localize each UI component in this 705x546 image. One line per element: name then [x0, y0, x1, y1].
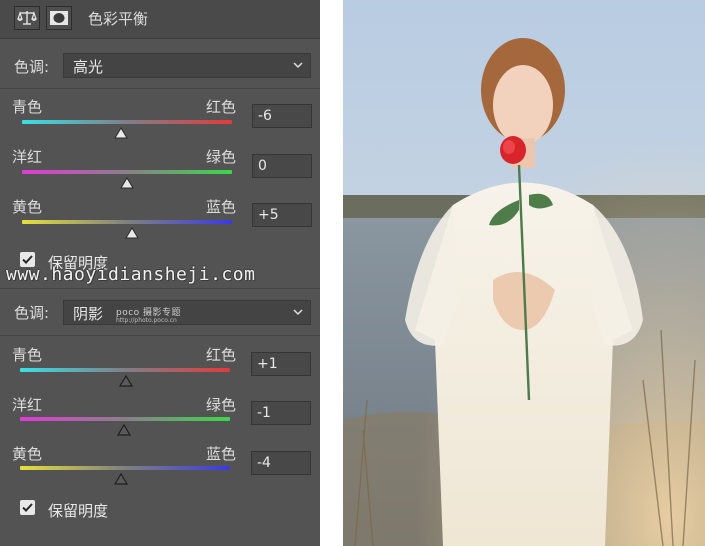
tone-select-value: 高光: [73, 58, 104, 76]
slider-right-label: 绿色: [206, 396, 237, 414]
mask-icon[interactable]: [46, 6, 72, 30]
magenta-green-value-input[interactable]: 0: [252, 154, 312, 178]
slider-right-label: 红色: [206, 346, 237, 364]
preserve-luminosity-checkbox[interactable]: [20, 500, 35, 515]
slider-left-label: 黄色: [12, 198, 43, 216]
cyan-red-slider-thumb[interactable]: [113, 124, 128, 139]
panel-title: 色彩平衡: [88, 10, 149, 28]
chevron-down-icon: [292, 58, 304, 76]
cyan-red-value-input[interactable]: +1: [251, 352, 311, 376]
yellow-blue-value-input[interactable]: +5: [252, 203, 312, 227]
tone-select-value: 阴影: [73, 305, 104, 323]
tone-select-shadows[interactable]: 阴影 poco 摄影专题 http://photo.poco.cn: [63, 300, 311, 325]
slider-left-label: 青色: [12, 346, 43, 364]
slider-left-label: 黄色: [12, 445, 43, 463]
magenta-green-slider-thumb[interactable]: [120, 174, 134, 189]
yellow-blue-slider-thumb[interactable]: [125, 224, 140, 239]
cyan-red-slider-thumb[interactable]: [118, 372, 134, 387]
slider-left-label: 青色: [12, 98, 43, 116]
cyan-red-value-input[interactable]: -6: [252, 104, 312, 128]
site-watermark: www.haoyidiansheji.com: [6, 264, 256, 285]
slider-right-label: 红色: [206, 98, 237, 116]
chevron-down-icon: [292, 305, 304, 323]
poco-watermark: poco 摄影专题 http://photo.poco.cn: [116, 308, 182, 324]
preserve-luminosity-label: 保留明度: [48, 502, 109, 520]
tone-select-highlights[interactable]: 高光: [63, 53, 311, 78]
scales-icon[interactable]: [14, 6, 40, 30]
slider-left-label: 洋红: [12, 396, 43, 414]
tone-label: 色调:: [14, 58, 50, 76]
magenta-green-slider-thumb[interactable]: [116, 421, 131, 436]
slider-right-label: 绿色: [206, 148, 237, 166]
slider-right-label: 蓝色: [206, 445, 237, 463]
slider-right-label: 蓝色: [206, 198, 237, 216]
slider-left-label: 洋红: [12, 148, 43, 166]
magenta-green-value-input[interactable]: -1: [251, 401, 311, 425]
yellow-blue-value-input[interactable]: -4: [251, 451, 311, 475]
preview-photo: [343, 0, 705, 546]
tone-label: 色调:: [14, 304, 50, 322]
yellow-blue-slider-thumb[interactable]: [113, 470, 128, 485]
panel-header: 色彩平衡: [0, 0, 320, 39]
